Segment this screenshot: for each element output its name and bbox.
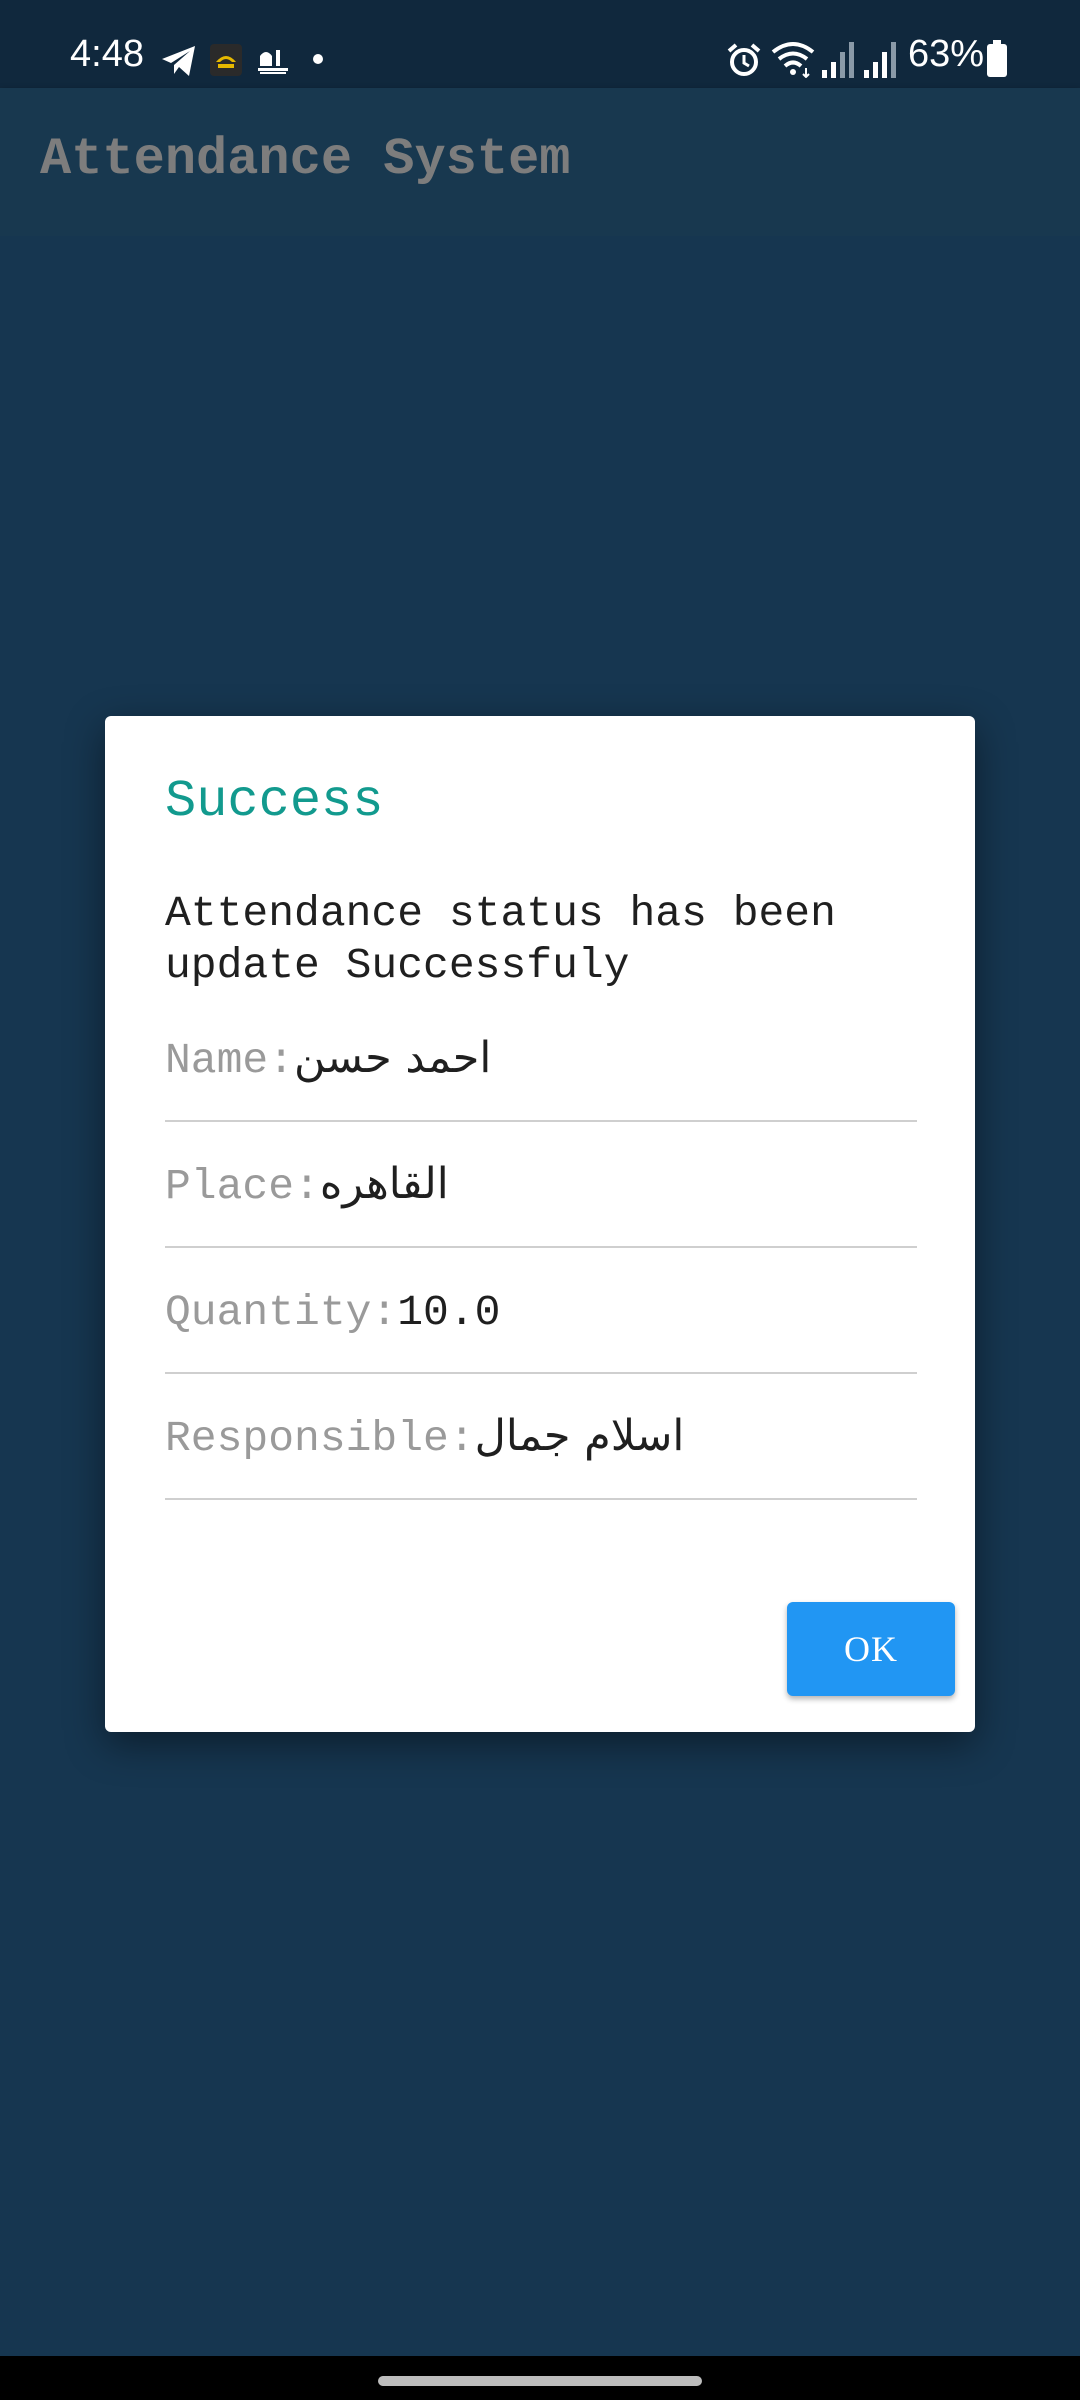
mosque-app-icon — [258, 50, 288, 74]
name-label: Name: — [165, 1036, 295, 1085]
place-field: Place:القاهره — [165, 1122, 917, 1248]
alarm-icon — [727, 43, 761, 76]
app-bar: Attendance System — [0, 88, 1080, 236]
app-title: Attendance System — [40, 130, 571, 189]
responsible-value: اسلام جمال — [474, 1411, 685, 1461]
place-value: القاهره — [319, 1159, 449, 1209]
quantity-field: Quantity:10.0 — [165, 1248, 917, 1374]
dialog-message: Attendance status has been update Succes… — [165, 889, 836, 990]
status-bar: 4:48 63% — [0, 0, 1080, 88]
responsible-label: Responsible: — [165, 1414, 475, 1463]
wifi-icon — [771, 42, 815, 78]
success-dialog: Success Attendance status has been updat… — [105, 716, 975, 1732]
telegram-icon — [162, 46, 195, 76]
navigation-bar — [0, 2356, 1080, 2400]
app-notification-icon — [210, 44, 242, 76]
name-field: Name:احمد حسن — [165, 996, 917, 1122]
notification-dot-icon — [313, 54, 323, 64]
responsible-field: Responsible:اسلام جمال — [165, 1374, 917, 1500]
ok-button[interactable]: OK — [787, 1602, 955, 1696]
signal-icon — [822, 42, 854, 78]
signal-icon — [864, 42, 896, 78]
quantity-value: 10.0 — [397, 1288, 501, 1337]
home-gesture-handle[interactable] — [378, 2376, 702, 2386]
status-time: 4:48 — [70, 33, 144, 75]
battery-percent: 63% — [908, 33, 985, 75]
battery-icon — [987, 40, 1007, 77]
name-value: احمد حسن — [294, 1033, 492, 1083]
place-label: Place: — [165, 1162, 320, 1211]
dialog-title: Success — [165, 772, 384, 831]
quantity-label: Quantity: — [165, 1288, 398, 1337]
